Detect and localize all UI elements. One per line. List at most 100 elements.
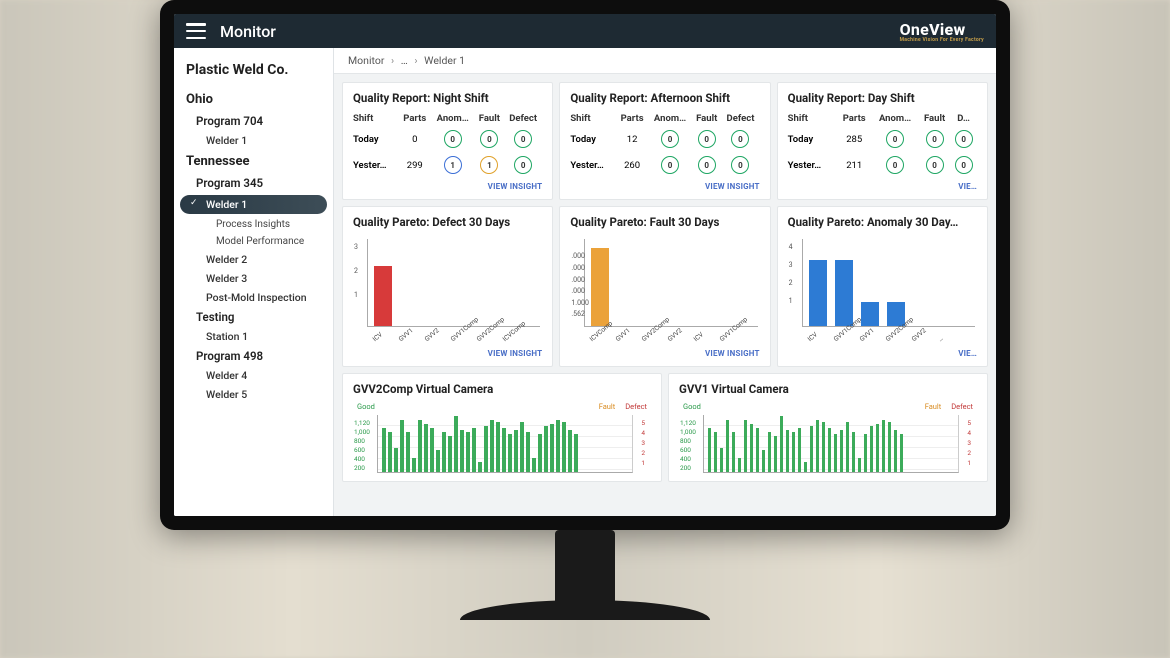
table-row: Yester…299110 <box>353 152 542 178</box>
vc-bar <box>562 422 566 472</box>
metric-ring: 0 <box>955 156 973 174</box>
metric-ring: 0 <box>480 130 498 148</box>
view-insight-link[interactable]: VIE… <box>788 182 977 191</box>
sidebar-model-performance[interactable]: Model Performance <box>174 233 333 250</box>
vc-bar <box>828 428 832 472</box>
vc-bar <box>774 436 778 472</box>
view-insight-link[interactable]: VIEW INSIGHT <box>353 349 542 358</box>
metric-ring: 0 <box>926 156 944 174</box>
vc-bar <box>436 450 440 472</box>
vc-bar <box>780 416 784 472</box>
chart-legend: GoodFaultDefect <box>679 402 977 411</box>
table-header: Fault <box>692 111 721 126</box>
chart-legend: GoodFaultDefect <box>353 402 651 411</box>
table-header: Parts <box>399 111 431 126</box>
vc-bar <box>502 428 506 472</box>
metric-ring: 0 <box>514 156 532 174</box>
vc-bar <box>744 420 748 472</box>
view-insight-link[interactable]: VIEW INSIGHT <box>353 182 542 191</box>
card-title: Quality Pareto: Fault 30 Days <box>570 215 759 229</box>
sidebar: Plastic Weld Co. Ohio Program 704 Welder… <box>174 48 334 516</box>
menu-icon[interactable] <box>186 23 206 39</box>
legend-defect: Defect <box>951 402 973 411</box>
quality-report-card: Quality Report: Night ShiftShiftPartsAno… <box>342 82 553 200</box>
table-row: Yester…260000 <box>570 152 759 178</box>
vc-bar <box>726 420 730 472</box>
parts-value: 211 <box>837 152 871 178</box>
vc-bar <box>852 432 856 472</box>
vc-bar <box>792 432 796 472</box>
parts-value: 285 <box>837 126 871 152</box>
metric-ring: 0 <box>731 130 749 148</box>
vc-bar <box>894 430 898 472</box>
breadcrumb-mid[interactable]: … <box>401 54 408 67</box>
quality-report-table: ShiftPartsAnom…FaultD…Today285000Yester…… <box>788 111 977 178</box>
sidebar-program-345[interactable]: Program 345 <box>174 173 333 193</box>
virtual-camera-card: GVV1 Virtual CameraGoodFaultDefect1,1201… <box>668 373 988 482</box>
sidebar-ohio-welder1[interactable]: Welder 1 <box>174 131 333 150</box>
sidebar-region-ohio[interactable]: Ohio <box>174 88 333 111</box>
vc-bar <box>430 428 434 472</box>
table-header: D… <box>950 111 977 126</box>
vc-bar <box>816 420 820 472</box>
vc-bar <box>864 434 868 472</box>
sidebar-post-mold[interactable]: Post-Mold Inspection <box>174 288 333 307</box>
sidebar-testing[interactable]: Testing <box>174 307 333 327</box>
sidebar-region-tennessee[interactable]: Tennessee <box>174 150 333 173</box>
table-header: Fault <box>919 111 950 126</box>
vc-bar <box>762 450 766 472</box>
sidebar-program-704[interactable]: Program 704 <box>174 111 333 131</box>
parts-value: 299 <box>399 152 431 178</box>
sidebar-welder4[interactable]: Welder 4 <box>174 366 333 385</box>
chevron-right-icon: › <box>414 54 417 67</box>
sidebar-welder5[interactable]: Welder 5 <box>174 385 333 404</box>
vc-bar <box>882 420 886 472</box>
table-header: Defect <box>721 111 759 126</box>
virtual-camera-card: GVV2Comp Virtual CameraGoodFaultDefect1,… <box>342 373 662 482</box>
row-label: Yester… <box>570 152 616 178</box>
vc-bar <box>846 422 850 472</box>
sidebar-program-498[interactable]: Program 498 <box>174 346 333 366</box>
view-insight-link[interactable]: VIEW INSIGHT <box>570 182 759 191</box>
sidebar-welder2[interactable]: Welder 2 <box>174 250 333 269</box>
sidebar-station1[interactable]: Station 1 <box>174 327 333 346</box>
vc-bar <box>738 458 742 472</box>
vc-bar <box>858 458 862 472</box>
view-insight-link[interactable]: VIEW INSIGHT <box>570 349 759 358</box>
vc-bar <box>574 434 578 472</box>
breadcrumb-current: Welder 1 <box>424 54 465 67</box>
vc-bar <box>750 424 754 472</box>
vc-bar <box>822 422 826 472</box>
card-title: GVV1 Virtual Camera <box>679 382 977 396</box>
vc-bar <box>466 432 470 472</box>
quality-report-table: ShiftPartsAnom…FaultDefectToday12000Yest… <box>570 111 759 178</box>
metric-ring: 1 <box>480 156 498 174</box>
sidebar-welder3[interactable]: Welder 3 <box>174 269 333 288</box>
sidebar-tn-welder1[interactable]: Welder 1 <box>180 195 327 214</box>
metric-ring: 0 <box>661 130 679 148</box>
table-row: Yester…211000 <box>788 152 977 178</box>
vc-bar <box>448 436 452 472</box>
vc-bar <box>732 432 736 472</box>
vc-bar <box>768 432 772 472</box>
vc-chart: 1,1201,00080060040020054321 <box>377 415 633 473</box>
metric-ring: 0 <box>514 130 532 148</box>
parts-value: 12 <box>616 126 648 152</box>
metric-ring: 0 <box>698 156 716 174</box>
breadcrumb-root[interactable]: Monitor <box>348 54 384 67</box>
vc-bar <box>840 430 844 472</box>
topbar: Monitor OneView Machine Vision For Every… <box>174 14 996 48</box>
row-label: Yester… <box>788 152 838 178</box>
metric-ring: 0 <box>661 156 679 174</box>
vc-bar <box>804 462 808 472</box>
view-insight-link[interactable]: VIE… <box>788 349 977 358</box>
pareto-card: Quality Pareto: Defect 30 Days321ICVGVV1… <box>342 206 553 367</box>
vc-bar <box>876 424 880 472</box>
table-header: Parts <box>616 111 648 126</box>
vc-bar <box>394 448 398 472</box>
sidebar-process-insights[interactable]: Process Insights <box>174 216 333 233</box>
card-title: Quality Report: Afternoon Shift <box>570 91 759 105</box>
vc-bar <box>544 426 548 472</box>
metric-ring: 0 <box>731 156 749 174</box>
vc-bar <box>708 428 712 472</box>
